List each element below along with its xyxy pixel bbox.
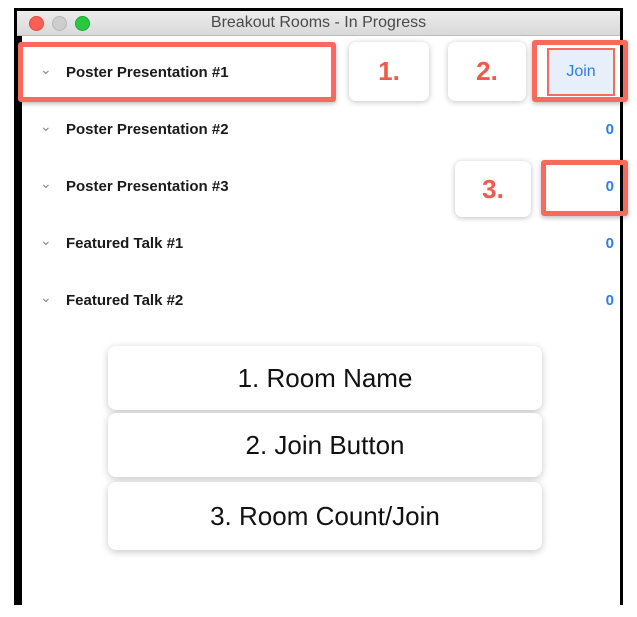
title-bar: Breakout Rooms - In Progress: [17, 11, 620, 36]
badge-3: 3.: [455, 161, 531, 217]
room-row[interactable]: ⌄ Featured Talk #1 0: [22, 228, 620, 258]
badge-2: 2.: [448, 42, 526, 101]
legend-join-button: 2. Join Button: [108, 413, 542, 477]
room-name: Featured Talk #2: [66, 292, 184, 309]
chevron-down-icon[interactable]: ⌄: [40, 232, 52, 249]
room-name: Featured Talk #1: [66, 235, 184, 252]
chevron-down-icon[interactable]: ⌄: [40, 175, 52, 192]
join-button-highlight: [532, 40, 628, 102]
room-name: Poster Presentation #2: [66, 121, 229, 138]
badge-1: 1.: [349, 42, 429, 101]
room-name: Poster Presentation #3: [66, 178, 229, 195]
legend-room-count: 3. Room Count/Join: [108, 482, 542, 550]
room-count[interactable]: 0: [606, 121, 614, 138]
chevron-down-icon[interactable]: ⌄: [40, 118, 52, 135]
room-count-highlight: [541, 160, 628, 216]
room-row[interactable]: ⌄ Featured Talk #2 0: [22, 285, 620, 315]
room-row[interactable]: ⌄ Poster Presentation #2 0: [22, 114, 620, 144]
chevron-down-icon[interactable]: ⌄: [40, 289, 52, 306]
window-title: Breakout Rooms - In Progress: [210, 14, 427, 31]
room-name-highlight: [18, 42, 336, 102]
room-count[interactable]: 0: [606, 235, 614, 252]
room-count[interactable]: 0: [606, 292, 614, 309]
legend-room-name: 1. Room Name: [108, 346, 542, 410]
